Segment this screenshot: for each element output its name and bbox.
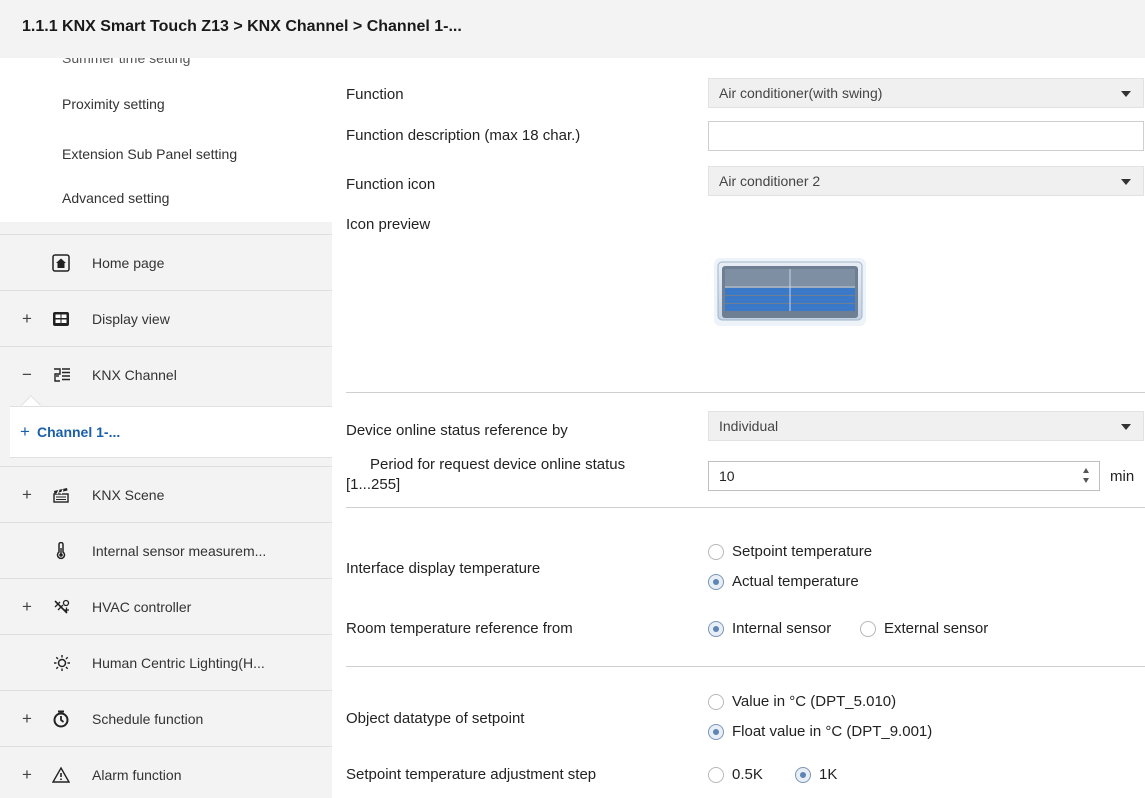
radio-button[interactable]: [708, 767, 724, 783]
radio-label: Float value in °C (DPT_9.001): [732, 723, 933, 740]
display-view-icon: [52, 310, 70, 328]
expand-icon[interactable]: +: [20, 309, 34, 329]
sidebar-item-label: Channel 1-...: [37, 424, 121, 440]
sidebar-sub-items: Summer time setting Proximity setting Ex…: [0, 58, 332, 222]
sidebar-item-hvac-controller[interactable]: + HVAC controller: [0, 578, 332, 634]
air-conditioner-icon: [714, 258, 866, 326]
function-description-input[interactable]: [708, 121, 1144, 151]
sidebar-item-label: HVAC controller: [92, 599, 192, 615]
sidebar-item-label: KNX Scene: [92, 487, 165, 503]
sidebar-item-knx-scene[interactable]: + KNX Scene: [0, 466, 332, 522]
section-divider: [346, 666, 1145, 667]
setpoint-datatype-label: Object datatype of setpoint: [346, 710, 525, 727]
function-description-label: Function description (max 18 char.): [346, 127, 581, 144]
radio-button[interactable]: [795, 767, 811, 783]
sidebar-item-extension-sub-panel-setting[interactable]: Extension Sub Panel setting: [62, 146, 237, 162]
parameter-panel: Function Air conditioner(with swing) Fun…: [332, 58, 1145, 798]
sidebar-item-advanced-setting[interactable]: Advanced setting: [62, 190, 169, 206]
section-divider: [346, 507, 1145, 508]
request-period-label: Period for request device online status: [370, 456, 626, 473]
spin-down-icon[interactable]: [1083, 478, 1089, 483]
expand-icon[interactable]: +: [20, 709, 34, 729]
online-status-ref-select[interactable]: Individual: [708, 411, 1144, 441]
expand-icon[interactable]: +: [20, 422, 30, 442]
sidebar: Summer time setting Proximity setting Ex…: [0, 58, 332, 798]
function-icon-select[interactable]: Air conditioner 2: [708, 166, 1144, 196]
sidebar-item-label: Home page: [92, 255, 165, 271]
request-period-value: 10: [719, 468, 735, 484]
sidebar-item-proximity-setting[interactable]: Proximity setting: [62, 96, 165, 112]
clock-icon: [52, 710, 70, 728]
spin-up-icon[interactable]: [1083, 468, 1089, 473]
sidebar-item-home-page[interactable]: Home page: [0, 234, 332, 290]
setpoint-step-label: Setpoint temperature adjustment step: [346, 766, 597, 783]
sidebar-item-label: Schedule function: [92, 711, 204, 727]
icon-preview-label: Icon preview: [346, 216, 431, 233]
radio-button[interactable]: [708, 724, 724, 740]
chevron-down-icon: [1121, 424, 1131, 430]
radio-label: Internal sensor: [732, 620, 832, 637]
sidebar-item-display-view[interactable]: + Display view: [0, 290, 332, 346]
breadcrumb: 1.1.1 KNX Smart Touch Z13 > KNX Channel …: [0, 0, 1145, 58]
sidebar-item-label: Human Centric Lighting(H...: [92, 655, 265, 671]
radio-button[interactable]: [860, 621, 876, 637]
sidebar-item-label: KNX Channel: [92, 367, 177, 383]
sidebar-item-label: Display view: [92, 311, 170, 327]
chevron-down-icon: [1121, 91, 1131, 97]
thermometer-icon: [52, 541, 70, 560]
radio-label: Actual temperature: [732, 573, 859, 590]
sidebar-item-channel-1[interactable]: + Channel 1-...: [10, 406, 332, 458]
expand-icon[interactable]: +: [20, 765, 34, 785]
section-divider: [346, 392, 1145, 393]
online-status-ref-value: Individual: [719, 418, 779, 434]
expand-icon[interactable]: +: [20, 597, 34, 617]
function-label: Function: [346, 86, 404, 103]
home-icon: [52, 254, 70, 272]
sidebar-item-label: Internal sensor measurem...: [92, 543, 267, 559]
request-period-range: [1...255]: [346, 476, 401, 493]
expand-icon[interactable]: +: [20, 485, 34, 505]
function-icon-value: Air conditioner 2: [719, 173, 821, 189]
sun-icon: [52, 654, 70, 672]
chevron-down-icon: [1121, 179, 1131, 185]
radio-label: 0.5K: [732, 766, 763, 783]
radio-button[interactable]: [708, 574, 724, 590]
radio-label: External sensor: [884, 620, 989, 637]
sidebar-item-internal-sensor[interactable]: Internal sensor measurem...: [0, 522, 332, 578]
radio-button[interactable]: [708, 694, 724, 710]
request-period-input[interactable]: 10: [708, 461, 1100, 491]
radio-label: Value in °C (DPT_5.010): [732, 693, 897, 710]
online-status-ref-label: Device online status reference by: [346, 422, 568, 439]
function-select[interactable]: Air conditioner(with swing): [708, 78, 1144, 108]
radio-label: Setpoint temperature: [732, 543, 873, 560]
sidebar-item-schedule-function[interactable]: + Schedule function: [0, 690, 332, 746]
sidebar-item-knx-channel[interactable]: − KNX Channel: [0, 346, 332, 402]
radio-label: 1K: [819, 766, 838, 783]
request-period-unit: min: [1110, 468, 1135, 485]
radio-button[interactable]: [708, 621, 724, 637]
function-icon-label: Function icon: [346, 176, 436, 193]
function-value: Air conditioner(with swing): [719, 85, 883, 101]
knx-scene-icon: [52, 486, 70, 504]
sidebar-item-human-centric-lighting[interactable]: Human Centric Lighting(H...: [0, 634, 332, 690]
sidebar-item-summer-time-setting[interactable]: Summer time setting: [62, 58, 190, 66]
radio-button[interactable]: [708, 544, 724, 560]
warning-icon: [51, 766, 71, 784]
hvac-icon: [52, 598, 70, 616]
interface-display-temp-label: Interface display temperature: [346, 560, 541, 577]
room-temp-ref-label: Room temperature reference from: [346, 620, 573, 637]
knx-channel-icon: [52, 366, 70, 384]
sidebar-item-alarm-function[interactable]: + Alarm function: [0, 746, 332, 798]
sidebar-item-label: Alarm function: [92, 767, 182, 783]
collapse-icon[interactable]: −: [20, 365, 34, 385]
